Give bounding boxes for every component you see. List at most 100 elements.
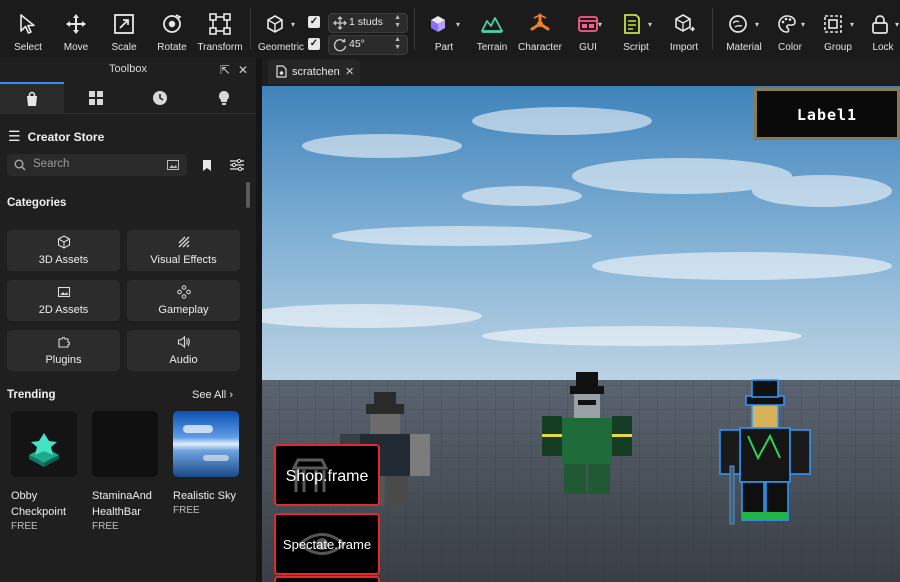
asset-thumbnail: [173, 411, 239, 477]
rotate-tool-button[interactable]: Rotate: [152, 0, 192, 58]
close-icon[interactable]: ✕: [238, 63, 248, 77]
lock-button[interactable]: ▾ Lock: [866, 0, 900, 58]
terrain-icon: [479, 12, 505, 36]
scene-render: [262, 86, 900, 582]
geometric-mode-button[interactable]: ▾ Geometric: [258, 0, 304, 58]
move-snap-input[interactable]: 1 studs ▲ ▼: [328, 13, 408, 33]
shop-frame-label: Shop.frame: [285, 468, 369, 485]
tab-creator-store[interactable]: [0, 82, 64, 114]
filter-button[interactable]: [226, 154, 248, 176]
ribbon-divider: [712, 8, 713, 50]
puzzle-icon: [57, 337, 70, 348]
close-tab-icon[interactable]: ✕: [345, 65, 354, 78]
color-button[interactable]: ▾ Color: [772, 0, 808, 58]
category-label: Audio: [169, 354, 198, 366]
shop-frame-button[interactable]: Shop.frame: [274, 444, 380, 506]
transform-tool-button[interactable]: Transform: [197, 0, 243, 58]
effects-icon: [178, 236, 189, 248]
stepper-arrows-icon[interactable]: ▲ ▼: [394, 14, 401, 30]
clock-icon: [153, 90, 167, 105]
tab-scratchen[interactable]: scratchen ✕: [268, 60, 360, 84]
tab-inventory[interactable]: [64, 82, 128, 114]
rotate-snap-icon: [333, 38, 347, 52]
select-tool-button[interactable]: Select: [8, 0, 48, 58]
move-tool-button[interactable]: Move: [56, 0, 96, 58]
category-plugins[interactable]: Plugins: [7, 330, 120, 371]
insert-character-button[interactable]: Character: [518, 0, 562, 58]
shopping-bag-icon: [27, 91, 37, 106]
category-label: Plugins: [45, 354, 82, 366]
rotate-icon: [159, 12, 185, 36]
asset-price: FREE: [92, 521, 119, 532]
chevron-down-icon: ▾: [648, 20, 653, 29]
bookmark-button[interactable]: [196, 154, 218, 176]
image-search-icon[interactable]: [167, 160, 179, 170]
rotate-snap-input[interactable]: 45° ▲ ▼: [328, 35, 408, 55]
place-file-icon: [276, 65, 287, 78]
scale-tool-button[interactable]: Scale: [104, 0, 144, 58]
material-button[interactable]: ▾ Material: [722, 0, 766, 58]
asset-name: StaminaAnd: [92, 490, 152, 502]
part-cube-icon: [425, 12, 451, 36]
asset-thumbnail: [11, 411, 77, 477]
tab-creations[interactable]: [192, 82, 256, 114]
cursor-icon: [15, 12, 41, 36]
toolbox-tabs: [0, 82, 256, 114]
group-label: Group: [824, 42, 852, 53]
ribbon-divider: [250, 8, 251, 50]
label1-text: Label1: [796, 106, 858, 124]
asset-name: Realistic Sky: [173, 490, 236, 502]
asset-card[interactable]: StaminaAnd HealthBar FREE: [92, 411, 158, 532]
see-all-link[interactable]: See All ›: [192, 389, 233, 401]
undock-icon[interactable]: ⇱: [220, 63, 230, 77]
category-gameplay[interactable]: Gameplay: [127, 280, 240, 321]
rotate-snap-checkbox[interactable]: ✓: [308, 35, 320, 53]
category-visual-effects[interactable]: Visual Effects: [127, 230, 240, 271]
spectate-frame-button[interactable]: Spectate.frame: [274, 513, 380, 575]
document-tab-bar: scratchen ✕: [262, 58, 900, 86]
terrain-label: Terrain: [476, 42, 508, 53]
asset-card[interactable]: Realistic Sky FREE: [173, 411, 239, 516]
move-snap-checkbox[interactable]: ✓: [308, 13, 320, 31]
script-icon: [619, 12, 645, 36]
asset-name: Checkpoint: [11, 506, 67, 518]
ribbon-divider: [414, 8, 415, 50]
asset-card[interactable]: Obby Checkpoint FREE: [11, 411, 77, 532]
category-label: 3D Assets: [38, 254, 89, 266]
tab-recent[interactable]: [128, 82, 192, 114]
ribbon-toolbar: Select Move Scale Rotate Transform ▾ Geo…: [0, 0, 900, 58]
category-3d-assets[interactable]: 3D Assets: [7, 230, 120, 271]
lightbulb-icon: [219, 90, 229, 105]
category-label: Visual Effects: [150, 254, 217, 266]
toolbox-panel: Toolbox ⇱ ✕ ☰ Creator Store Search Categ…: [0, 58, 256, 582]
next-frame-button[interactable]: [274, 576, 380, 582]
rotate-snap-value: 45°: [349, 38, 365, 50]
stepper-arrows-icon[interactable]: ▲ ▼: [394, 36, 401, 52]
insert-terrain-button[interactable]: Terrain: [472, 0, 512, 58]
panel-scrollbar[interactable]: [246, 182, 250, 208]
character-icon: [527, 12, 553, 36]
grid-icon: [89, 90, 103, 105]
3d-viewport[interactable]: Label1 Shop.frame Spectate.frame: [262, 86, 900, 582]
lock-icon: [867, 12, 893, 36]
trending-heading: Trending: [7, 389, 56, 401]
insert-gui-button[interactable]: ▾ GUI: [570, 0, 606, 58]
insert-part-button[interactable]: ▾ Part: [424, 0, 464, 58]
import-button[interactable]: Import: [664, 0, 704, 58]
script-label: Script: [623, 42, 649, 53]
asset-price: FREE: [11, 521, 38, 532]
group-button[interactable]: ▾ Group: [818, 0, 858, 58]
search-icon: [14, 159, 26, 171]
hamburger-menu-icon[interactable]: ☰: [8, 128, 21, 145]
category-audio[interactable]: Audio: [127, 330, 240, 371]
chevron-right-icon: ›: [229, 389, 233, 401]
move-snap-icon: [333, 16, 347, 30]
move-arrows-icon: [63, 12, 89, 36]
chevron-down-icon: ▾: [755, 20, 760, 29]
insert-script-button[interactable]: ▾ Script: [616, 0, 656, 58]
search-input[interactable]: Search: [7, 154, 187, 176]
label1-gui[interactable]: Label1: [754, 88, 900, 140]
color-label: Color: [778, 42, 802, 53]
category-2d-assets[interactable]: 2D Assets: [7, 280, 120, 321]
checkmark-icon: ✓: [308, 38, 320, 50]
